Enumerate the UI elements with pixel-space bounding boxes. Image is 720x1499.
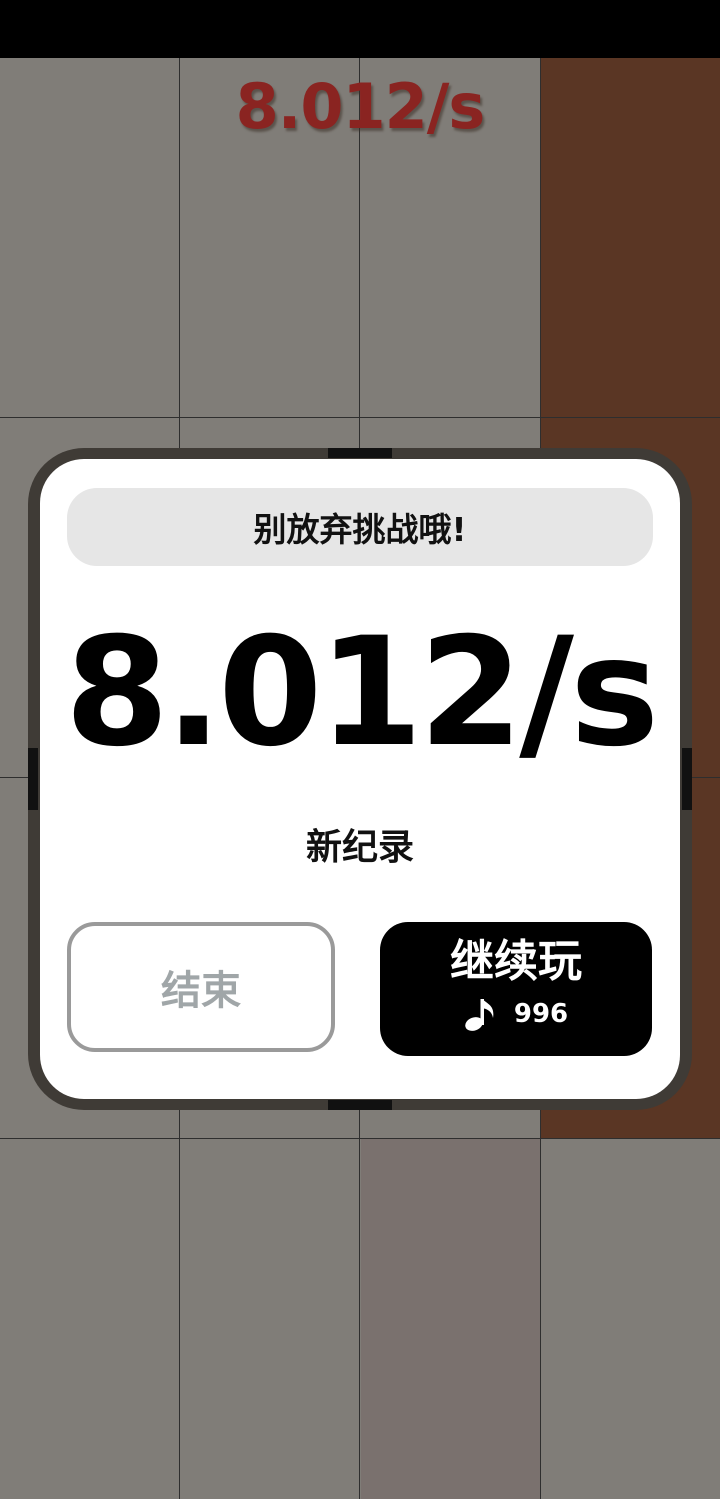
new-record-label: 新纪录 [305,827,414,868]
score-value: 8.012/s [64,606,660,780]
frame-notch [682,748,692,810]
continue-cost: 996 [380,996,652,1032]
continue-button[interactable]: 继续玩 996 [380,922,652,1056]
cost-value: 996 [513,999,569,1029]
status-bar [0,0,720,58]
timer-display: 8.012/s [235,70,486,143]
pressed-tile [361,1138,540,1499]
frame-notch [328,448,392,458]
frame-notch [328,1100,392,1110]
music-note-icon [465,999,494,1031]
end-button[interactable]: 结束 [67,922,335,1052]
continue-label: 继续玩 [450,936,582,987]
encourage-banner: 别放弃挑战哦! [67,488,653,566]
grid-line [0,1138,720,1139]
frame-notch [28,748,38,810]
grid-line [0,417,720,418]
